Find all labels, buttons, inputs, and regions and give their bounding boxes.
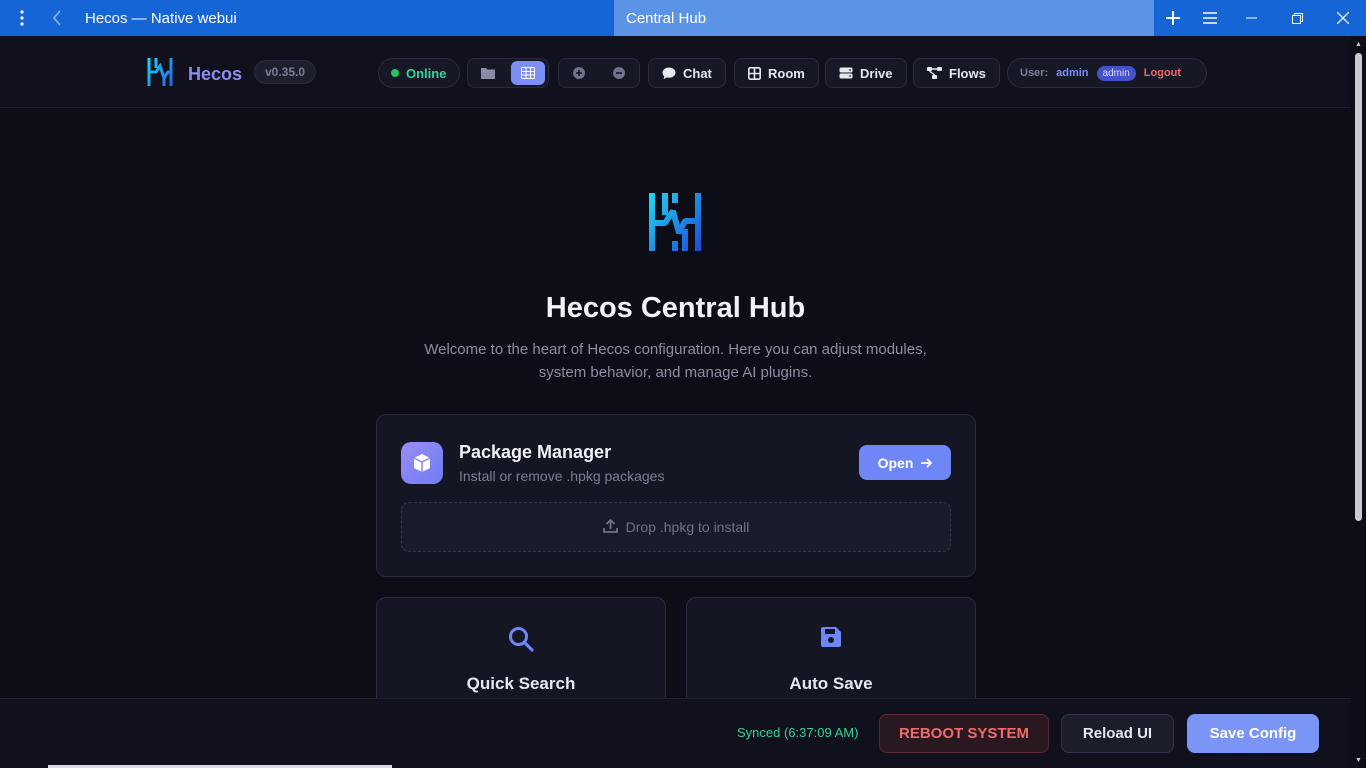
open-package-manager-button[interactable]: Open: [859, 445, 951, 480]
browser-tab-native-webui[interactable]: Hecos — Native webui: [70, 0, 614, 36]
floppy-disk-icon: [687, 626, 975, 648]
user-label: User:: [1020, 67, 1049, 79]
drive-label: Drive: [860, 65, 893, 81]
room-button[interactable]: Room: [734, 58, 819, 88]
user-name[interactable]: admin: [1056, 67, 1088, 79]
plus-circle-icon: [573, 67, 585, 79]
chat-button[interactable]: Chat: [648, 58, 726, 88]
zoom-in-button[interactable]: [562, 61, 596, 85]
chat-bubble-icon: [662, 67, 676, 80]
main-content: Hecos Central Hub Welcome to the heart o…: [0, 109, 1351, 717]
status-dot-icon: [391, 69, 399, 77]
auto-save-title: Auto Save: [789, 674, 873, 693]
package-manager-card: Package Manager Install or remove .hpkg …: [376, 414, 976, 577]
flows-button[interactable]: Flows: [913, 58, 1000, 88]
minus-circle-icon: [613, 67, 625, 79]
scroll-down-icon[interactable]: ▼: [1355, 757, 1362, 764]
zoom-controls: [558, 58, 640, 88]
reboot-system-button[interactable]: REBOOT SYSTEM: [879, 714, 1049, 753]
status-badge: Online: [378, 58, 460, 88]
close-window-icon[interactable]: [1320, 0, 1366, 36]
hamburger-menu-icon[interactable]: [1191, 0, 1228, 36]
restore-icon[interactable]: [1274, 0, 1320, 36]
page-title: Hecos Central Hub: [545, 292, 806, 324]
user-panel: User: admin admin Logout: [1007, 58, 1207, 88]
hecos-hero-logo-icon: [645, 189, 705, 260]
version-badge: v0.35.0: [254, 60, 317, 84]
grid-icon: [521, 67, 535, 79]
sync-status: Synced (6:37:09 AM): [737, 725, 859, 740]
package-manager-description: Install or remove .hpkg packages: [459, 468, 665, 484]
package-manager-title: Package Manager: [459, 442, 612, 462]
package-dropzone[interactable]: Drop .hpkg to install: [401, 502, 951, 552]
scroll-up-icon[interactable]: ▲: [1355, 41, 1362, 48]
new-tab-icon[interactable]: [1154, 0, 1191, 36]
page-subtitle: Welcome to the heart of Hecos configurat…: [424, 341, 927, 381]
arrow-right-icon: [921, 455, 933, 471]
browser-tab-central-hub[interactable]: Central Hub: [614, 0, 1154, 36]
hecos-logo-icon: [146, 56, 174, 93]
folder-icon: [481, 68, 495, 79]
view-toggle: [467, 58, 549, 88]
grid-view-button[interactable]: [511, 61, 545, 85]
browser-menu-icon[interactable]: [0, 0, 44, 36]
quick-search-title: Quick Search: [466, 674, 576, 693]
hard-drive-icon: [839, 67, 853, 79]
reload-ui-button[interactable]: Reload UI: [1061, 714, 1174, 753]
search-icon: [377, 626, 665, 652]
flows-label: Flows: [949, 65, 986, 81]
chat-label: Chat: [683, 65, 712, 81]
folder-view-button[interactable]: [471, 61, 505, 85]
brand-name: Hecos: [188, 64, 243, 84]
footer-bar: Synced (6:37:09 AM) REBOOT SYSTEM Reload…: [0, 698, 1351, 768]
vertical-scrollbar[interactable]: ▲ ▼: [1351, 36, 1366, 768]
brand[interactable]: Hecos: [146, 56, 242, 93]
tab-title: Central Hub: [626, 9, 707, 27]
browser-toolbar: Hecos — Native webui Central Hub: [0, 0, 1366, 36]
upload-icon: [602, 518, 618, 536]
app-header: Hecos v0.35.0 Online Chat Room Drive Flo…: [0, 36, 1351, 108]
package-box-icon: [401, 442, 443, 484]
status-text: Online: [406, 65, 447, 81]
room-label: Room: [768, 65, 805, 81]
logout-link[interactable]: Logout: [1144, 67, 1181, 79]
drive-button[interactable]: Drive: [825, 58, 907, 88]
role-badge: admin: [1096, 65, 1136, 81]
save-config-button[interactable]: Save Config: [1187, 714, 1319, 753]
room-grid-icon: [748, 66, 761, 80]
dropzone-label: Drop .hpkg to install: [625, 519, 750, 535]
zoom-out-button[interactable]: [602, 61, 636, 85]
minimize-icon[interactable]: [1228, 0, 1274, 36]
back-icon[interactable]: [44, 0, 70, 36]
flow-diagram-icon: [927, 67, 942, 79]
tab-title: Hecos — Native webui: [85, 9, 237, 27]
open-label: Open: [877, 454, 914, 471]
scroll-thumb[interactable]: [1355, 53, 1362, 521]
